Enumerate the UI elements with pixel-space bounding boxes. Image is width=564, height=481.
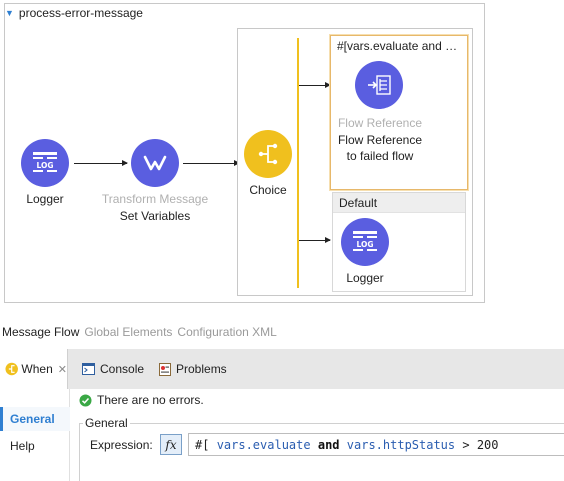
default-route-arrow — [299, 237, 331, 243]
success-check-icon — [79, 394, 92, 406]
svg-text:LOG: LOG — [36, 161, 53, 170]
flow-reference-label-line2: to failed flow — [346, 149, 414, 163]
default-route-title: Default — [333, 193, 465, 213]
default-logger-node[interactable]: LOG — [341, 218, 389, 266]
choice-router-icon — [5, 362, 18, 376]
choice-label: Choice — [249, 183, 287, 197]
expression-rest: > 200 — [455, 438, 499, 452]
collapse-triangle-icon[interactable]: ▼ — [5, 8, 14, 18]
general-group-title: General — [83, 416, 130, 430]
expression-token-var: vars.httpStatus — [346, 438, 456, 452]
validation-status: There are no errors. — [79, 392, 204, 408]
default-logger-label: Logger — [346, 271, 384, 285]
logger-icon: LOG — [33, 152, 57, 172]
editor-tabs: Message Flow Global Elements Configurati… — [2, 323, 277, 341]
flow-reference-icon — [368, 75, 391, 95]
svg-text:LOG: LOG — [356, 240, 373, 249]
choice-router-icon — [258, 143, 278, 165]
flow-header[interactable]: ▼ process-error-message — [5, 4, 143, 22]
logger-node[interactable]: LOG — [21, 139, 69, 187]
expression-token-var: vars.evaluate — [216, 438, 311, 452]
when-route-condition: #[vars.evaluate and vars.httpStatus > 20… — [337, 39, 467, 53]
logger-label: Logger — [26, 192, 64, 206]
close-icon[interactable]: ✕ — [58, 363, 67, 376]
tab-problems[interactable]: Problems — [159, 349, 227, 389]
connector-arrow — [74, 160, 128, 166]
console-icon — [82, 363, 95, 375]
expression-open: #[ — [195, 438, 217, 452]
transform-type-label: Transform Message — [101, 192, 209, 206]
transform-label: Set Variables — [119, 209, 191, 223]
transform-icon — [143, 155, 167, 171]
transform-node[interactable] — [131, 139, 179, 187]
expression-input[interactable]: #[ vars.evaluate and vars.httpStatus > 2… — [188, 433, 564, 456]
when-route[interactable]: #[vars.evaluate and vars.httpStatus > 20… — [330, 35, 468, 190]
side-nav-help[interactable]: Help — [0, 434, 70, 458]
properties-side-nav: General Help — [0, 389, 70, 481]
flow-reference-type-label: Flow Reference — [337, 116, 423, 130]
fx-button[interactable]: fx — [160, 434, 182, 455]
problems-icon — [159, 362, 171, 376]
flow-name: process-error-message — [18, 6, 143, 20]
fx-label: fx — [165, 437, 177, 452]
flow-reference-label-line1: Flow Reference — [337, 133, 423, 147]
tab-configuration-xml[interactable]: Configuration XML — [177, 325, 276, 339]
tab-console[interactable]: Console — [82, 349, 144, 389]
tab-console-label: Console — [100, 362, 145, 376]
expression-label: Expression: — [90, 438, 153, 452]
tab-when[interactable]: When ✕ — [0, 349, 68, 389]
tab-when-label: When — [21, 362, 53, 376]
choice-node[interactable] — [244, 130, 292, 178]
tab-problems-label: Problems — [176, 362, 227, 376]
status-text: There are no errors. — [97, 393, 204, 407]
side-nav-general[interactable]: General — [0, 407, 70, 431]
choice-route-bar — [297, 38, 299, 288]
when-route-arrow — [299, 82, 331, 88]
connector-arrow — [183, 160, 240, 166]
expression-keyword: and — [317, 438, 340, 452]
tab-message-flow[interactable]: Message Flow — [2, 325, 79, 339]
flow-reference-node[interactable] — [355, 61, 403, 109]
logger-icon: LOG — [353, 231, 377, 251]
tab-global-elements[interactable]: Global Elements — [84, 325, 172, 339]
